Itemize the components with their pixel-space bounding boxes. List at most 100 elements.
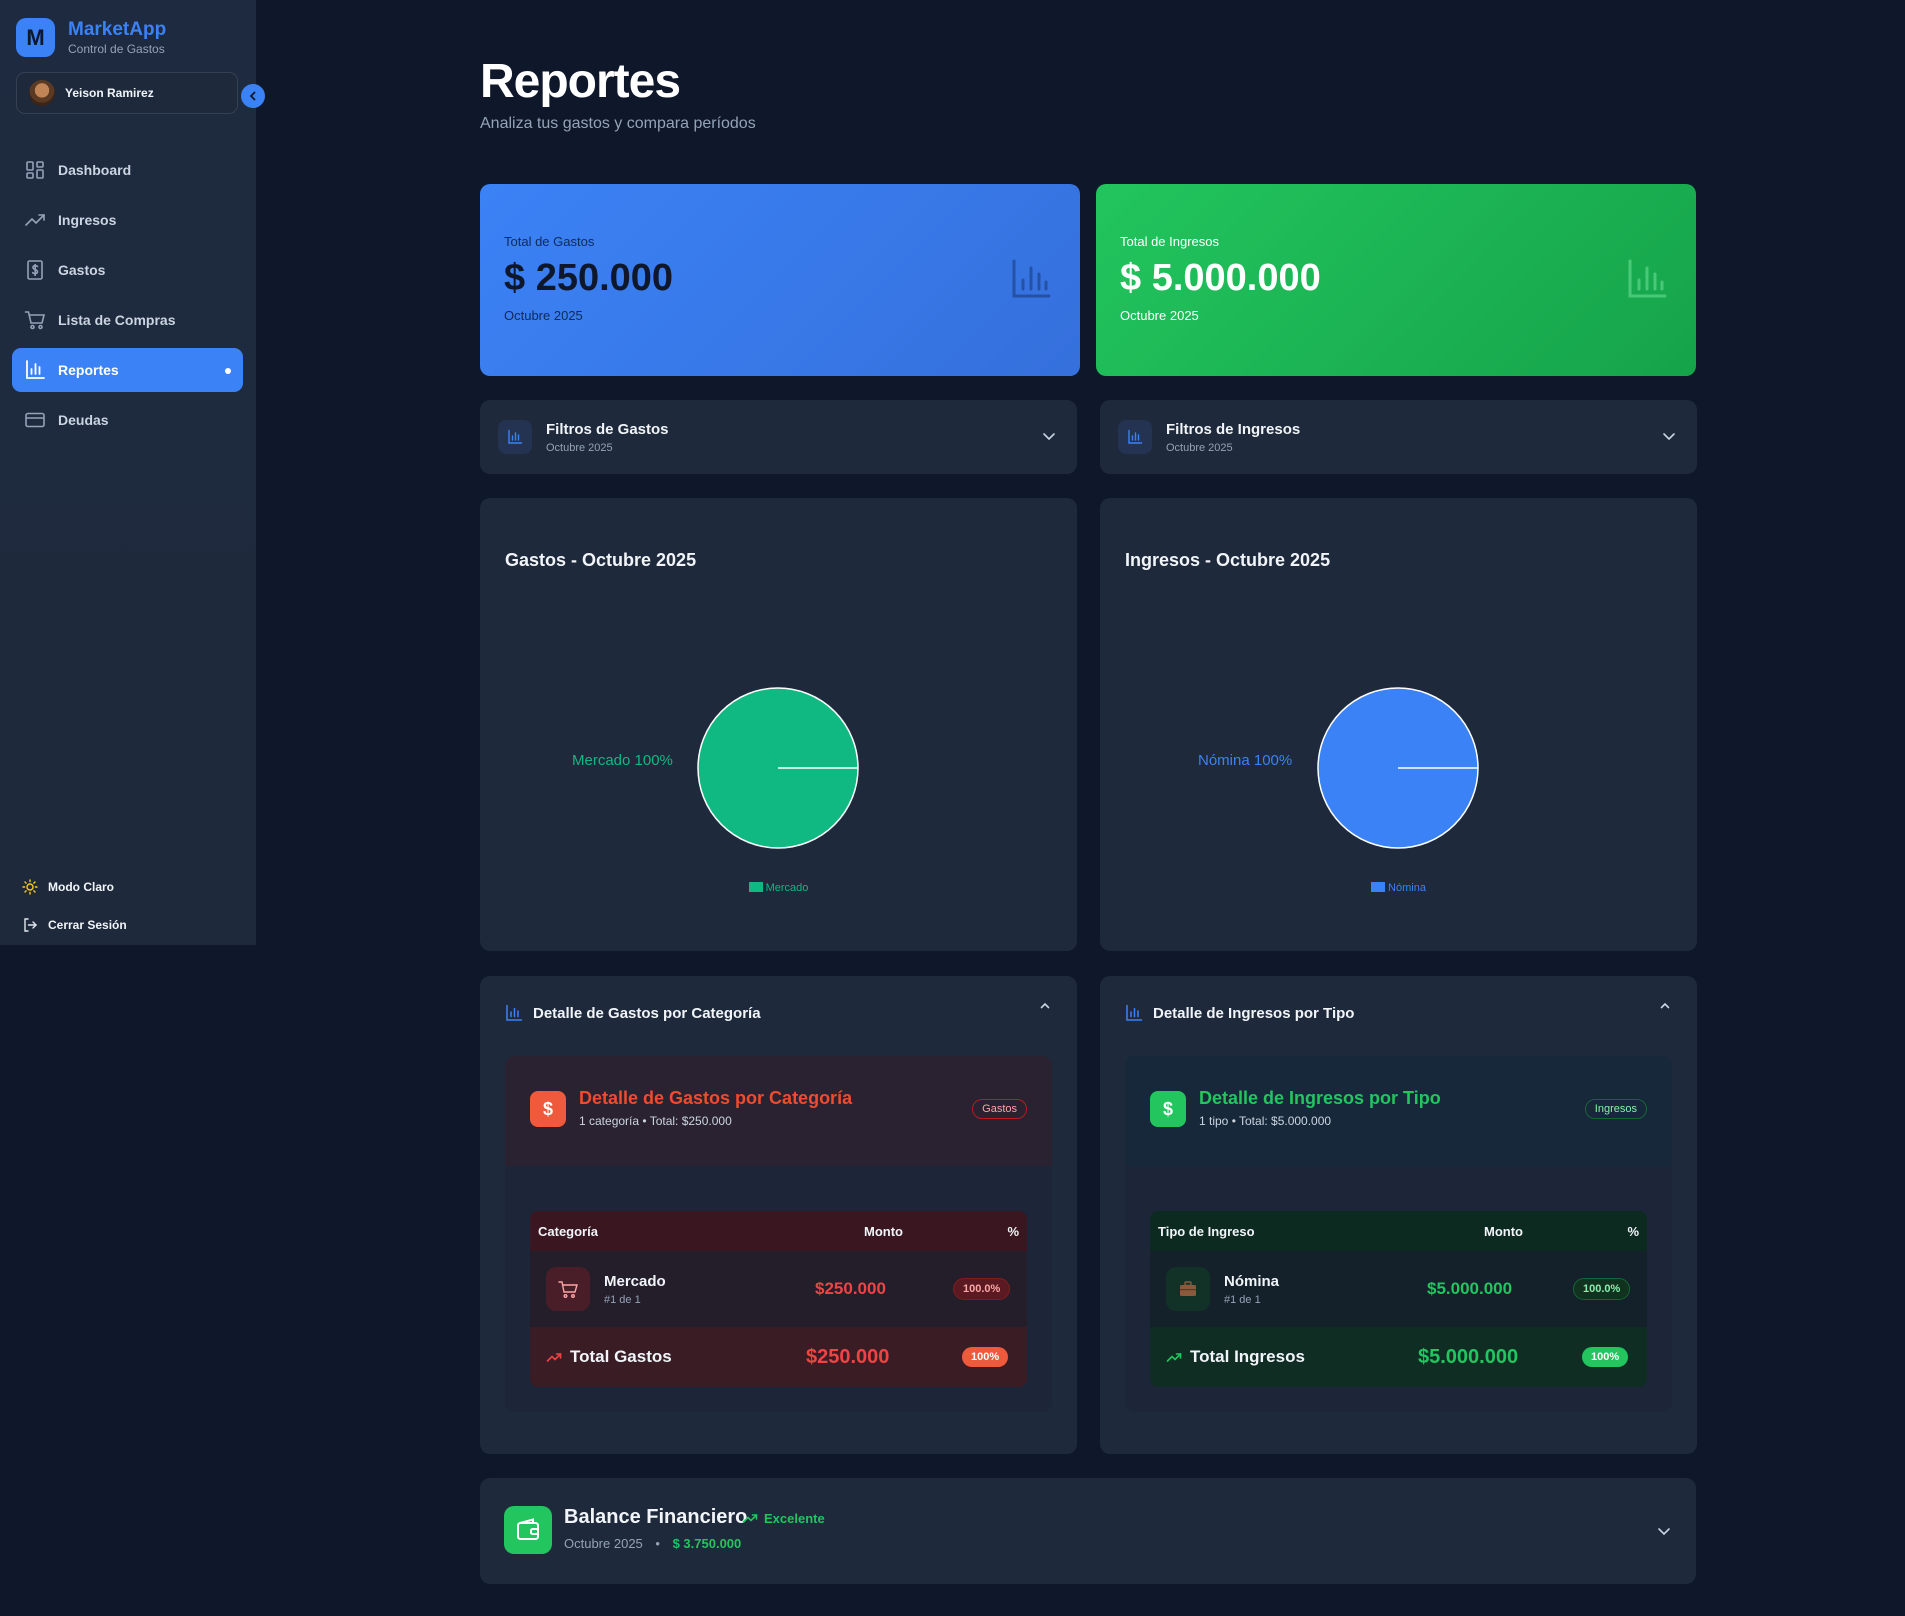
balance-amount: $ 3.750.000 [672,1536,742,1551]
detail-header-title: Detalle de Ingresos por Tipo [1153,1004,1355,1022]
receipt-icon [27,260,43,280]
row-amount: $5.000.000 [1427,1279,1513,1298]
chevron-left-icon [249,91,256,101]
sidebar-item-gastos[interactable]: Gastos [12,248,243,292]
sidebar-item-label: Ingresos [58,212,117,228]
detail-panel: $ Detalle de Gastos por Categoría 1 cate… [505,1056,1052,1412]
sidebar-item-label: Reportes [58,362,119,378]
chevron-up-icon[interactable] [1657,998,1673,1014]
pie-slice-label: Mercado 100% [572,752,673,769]
trending-up-icon [25,214,45,226]
page-title: Reportes [480,55,681,108]
cart-icon [24,311,46,330]
logout-button[interactable]: Cerrar Sesión [22,906,127,944]
credit-card-icon [25,412,45,428]
user-card[interactable]: Yeison Ramirez [16,72,238,114]
total-label: Total Gastos [570,1347,672,1366]
column-header: Monto [1484,1223,1523,1239]
stat-label: Total de Gastos [504,234,595,249]
chevron-down-icon[interactable] [1041,428,1057,444]
stat-period: Octubre 2025 [504,308,583,323]
balance-subtitle: Octubre 2025 • $ 3.750.000 [564,1536,741,1551]
column-header: % [1627,1223,1639,1239]
sidebar-item-label: Lista de Compras [58,312,176,328]
column-header: Categoría [538,1223,598,1239]
wallet-icon [504,1506,552,1554]
detail-badge: Ingresos [1584,1099,1647,1119]
sidebar: M MarketApp Control de Gastos Yeison Ram… [0,0,265,945]
cart-icon-glyph [558,1281,578,1299]
bar-chart-icon [26,360,45,379]
sidebar-item-label: Dashboard [58,162,132,178]
filtros-gastos-panel[interactable]: Filtros de Gastos Octubre 2025 [480,400,1077,474]
dashboard-icon [26,161,44,179]
sun-icon [22,879,38,895]
trending-up-icon [742,1514,758,1523]
pie-slice-label: Nómina 100% [1198,752,1293,769]
column-header: Tipo de Ingreso [1158,1223,1255,1239]
balance-status-label: Excelente [764,1510,825,1526]
filter-title: Filtros de Gastos [546,420,669,438]
sidebar-item-deudas[interactable]: Deudas [12,398,243,442]
legend-label: Nómina [1388,882,1426,894]
chart-legend: Mercado [480,882,1077,894]
filter-period: Octubre 2025 [1166,441,1233,454]
sidebar-item-dashboard[interactable]: Dashboard [12,148,243,192]
detail-panel-header: $ Detalle de Ingresos por Tipo 1 tipo • … [1125,1056,1672,1166]
brand[interactable]: M MarketApp Control de Gastos [16,18,166,57]
filter-title: Filtros de Ingresos [1166,420,1301,438]
bar-chart-icon [506,1004,523,1021]
stat-label: Total de Ingresos [1120,234,1220,249]
total-percent-badge: 100% [1582,1347,1629,1367]
trending-up-icon [546,1353,562,1362]
cart-icon [546,1267,590,1311]
balance-financiero-panel[interactable]: Balance Financiero Excelente Octubre 202… [480,1478,1696,1584]
table-total-row: Total Gastos $250.000 100% [530,1327,1027,1387]
gastos-chart-card: Gastos - Octubre 2025 Mercado 100% Merca… [480,498,1077,951]
sidebar-item-label: Deudas [58,412,109,428]
bar-chart-icon [1628,259,1667,298]
column-header: % [1007,1223,1019,1239]
total-amount: $250.000 [806,1345,890,1368]
sidebar-item-lista-de-compras[interactable]: Lista de Compras [12,298,243,342]
ingresos-chart-card: Ingresos - Octubre 2025 Nómina 100% Nómi… [1100,498,1697,951]
sidebar-item-reportes[interactable]: Reportes [12,348,243,392]
legend-label: Mercado [765,882,809,894]
balance-title: Balance Financiero [564,1506,748,1528]
chevron-down-icon[interactable] [1656,1523,1672,1539]
balance-period: Octubre 2025 [564,1536,643,1551]
page-subtitle: Analiza tus gastos y compara períodos [480,115,756,132]
detail-title: Detalle de Ingresos por Tipo [1199,1088,1441,1108]
dollar-icon: $ [1150,1091,1186,1127]
row-percent-badge: 100.0% [953,1278,1011,1300]
total-ingresos-card: Total de Ingresos $ 5.000.000 Octubre 20… [1096,184,1696,376]
table-row[interactable]: Mercado #1 de 1 $250.000 100.0% [530,1251,1027,1327]
app-subtitle: Control de Gastos [68,41,165,56]
table-row[interactable]: Nómina #1 de 1 $5.000.000 100.0% [1150,1251,1647,1327]
filter-period: Octubre 2025 [546,441,613,454]
detail-header[interactable]: Detalle de Ingresos por Tipo [1125,1004,1354,1022]
row-name: Nómina [1224,1272,1280,1290]
detail-table: Categoría Monto % Mercado #1 de 1 $250.0… [530,1211,1027,1387]
bar-chart-icon [1126,1004,1143,1021]
sidebar-item-ingresos[interactable]: Ingresos [12,198,243,242]
stat-value: $ 5.000.000 [1120,257,1321,299]
detalle-gastos-card: Detalle de Gastos por Categoría $ Detall… [480,976,1077,1454]
collapse-sidebar-button[interactable] [241,84,265,108]
chart-legend: Nómina [1100,882,1697,894]
app-name: MarketApp [68,18,167,40]
avatar [29,80,55,106]
theme-toggle[interactable]: Modo Claro [22,868,127,906]
table-total-row: Total Ingresos $5.000.000 100% [1150,1327,1647,1387]
total-gastos-card: Total de Gastos $ 250.000 Octubre 2025 [480,184,1080,376]
logout-label: Cerrar Sesión [48,918,127,932]
detail-summary: 1 categoría • Total: $250.000 [579,1114,732,1128]
detail-badge: Gastos [972,1099,1027,1119]
chevron-down-icon[interactable] [1661,428,1677,444]
detail-summary: 1 tipo • Total: $5.000.000 [1199,1114,1332,1128]
detail-header[interactable]: Detalle de Gastos por Categoría [505,1004,761,1022]
chevron-up-icon[interactable] [1037,998,1053,1014]
filter-icon-box [1118,420,1152,454]
filtros-ingresos-panel[interactable]: Filtros de Ingresos Octubre 2025 [1100,400,1697,474]
bar-chart-icon [1128,429,1143,444]
